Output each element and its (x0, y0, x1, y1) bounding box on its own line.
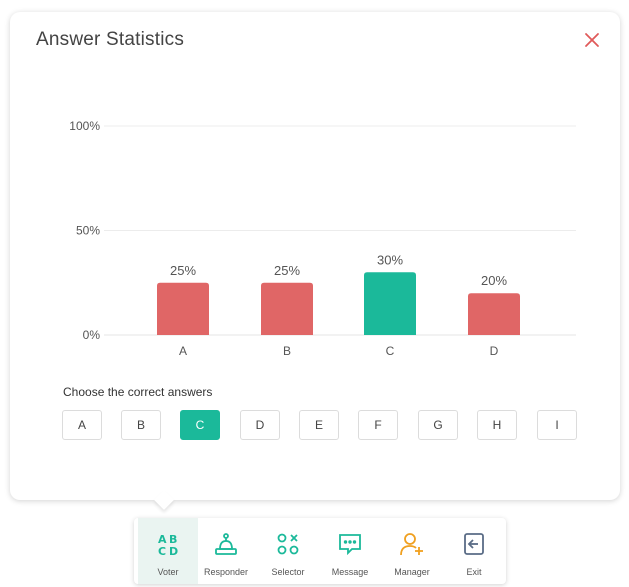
bar-value-label: 30% (377, 252, 403, 267)
choice-button-d[interactable]: D (240, 410, 280, 440)
toolbar-manager-button[interactable]: Manager (382, 518, 442, 584)
choice-button-b[interactable]: B (121, 410, 161, 440)
choice-button-c[interactable]: C (180, 410, 220, 440)
toolbar-voter-button[interactable]: A B C D Voter (138, 518, 198, 584)
abcd-icon: ABCD (154, 530, 182, 558)
x-category-label: C (386, 344, 395, 358)
toolbar-label: Message (331, 567, 369, 577)
exit-icon (460, 530, 488, 558)
bar-value-label: 20% (481, 273, 507, 288)
toolbar-message-button[interactable]: Message (320, 518, 380, 584)
x-category-label: B (283, 344, 291, 358)
toolbar-label: Exit (466, 567, 482, 577)
bottom-toolbar: A B C D Voter Responder Selector Message Manager… (134, 518, 506, 584)
choice-button-h[interactable]: H (477, 410, 517, 440)
choice-button-a[interactable]: A (62, 410, 102, 440)
answer-bar-chart: 0% 50% 100% 25% A 25% B 30% C 20% D (69, 119, 576, 358)
svg-text:C: C (158, 545, 166, 558)
user-add-icon (398, 530, 426, 558)
x-category-label: A (179, 344, 187, 358)
toolbar-exit-button[interactable]: Exit (444, 518, 504, 584)
toolbar-label: Voter (157, 567, 179, 577)
y-tick-label: 0% (83, 328, 101, 342)
toolbar-label: Selector (271, 567, 305, 577)
choice-button-i[interactable]: I (537, 410, 577, 440)
y-tick-label: 100% (69, 119, 100, 133)
choice-button-f[interactable]: F (358, 410, 398, 440)
toolbar-selector-button[interactable]: Selector (258, 518, 318, 584)
svg-text:D: D (169, 545, 178, 558)
choice-button-e[interactable]: E (299, 410, 339, 440)
bar-b (261, 282, 313, 335)
toolbar-responder-button[interactable]: Responder (196, 518, 256, 584)
buzzer-icon (212, 530, 240, 558)
bar-c (364, 272, 416, 335)
message-icon (336, 530, 364, 558)
bar-value-label: 25% (274, 263, 300, 278)
bar-a (157, 282, 209, 335)
toolbar-label: Responder (203, 567, 249, 577)
y-tick-label: 50% (76, 224, 100, 238)
selector-icon (274, 530, 302, 558)
x-category-label: D (490, 344, 499, 358)
toolbar-label: Manager (394, 567, 430, 577)
bar-value-label: 25% (170, 263, 196, 278)
choice-button-g[interactable]: G (418, 410, 458, 440)
bar-d (468, 293, 520, 335)
correct-answers-prompt: Choose the correct answers (63, 385, 213, 399)
